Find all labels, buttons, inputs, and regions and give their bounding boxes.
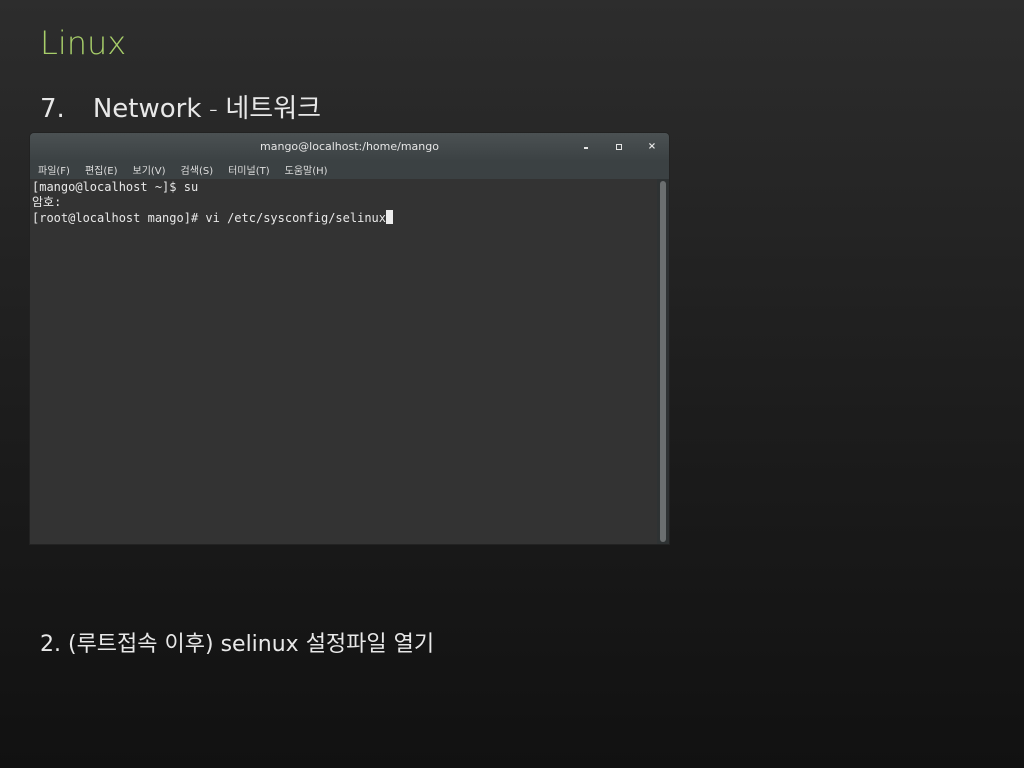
menu-search[interactable]: 검색(S)	[181, 162, 214, 177]
minimize-icon	[584, 147, 588, 149]
scrollbar[interactable]	[657, 179, 669, 544]
terminal-line-current: [root@localhost mango]# vi /etc/sysconfi…	[32, 210, 655, 225]
menu-edit[interactable]: 편집(E)	[85, 162, 118, 177]
minimize-button[interactable]	[578, 139, 594, 155]
subtitle-text: Network	[92, 94, 202, 124]
menu-help[interactable]: 도움말(H)	[285, 162, 328, 177]
terminal-window[interactable]: mango@localhost:/home/mango × 파일(F) 편집(E…	[30, 133, 669, 544]
close-button[interactable]: ×	[644, 139, 660, 155]
text-cursor	[386, 210, 394, 224]
maximize-button[interactable]	[611, 139, 627, 155]
window-titlebar[interactable]: mango@localhost:/home/mango ×	[30, 133, 669, 160]
window-title: mango@localhost:/home/mango	[260, 140, 439, 153]
scrollbar-thumb[interactable]	[660, 181, 666, 542]
terminal-line: 암호:	[32, 195, 62, 209]
terminal-output[interactable]: [mango@localhost ~]$ su 암호: [root@localh…	[30, 179, 657, 544]
subtitle-number: 7.	[40, 94, 65, 124]
close-icon: ×	[647, 141, 657, 152]
slide-title: Linux	[40, 24, 127, 62]
subtitle-korean: 네트워크	[225, 94, 322, 124]
menu-bar: 파일(F) 편집(E) 보기(V) 검색(S) 터미널(T) 도움말(H)	[30, 160, 669, 179]
terminal-command: [root@localhost mango]# vi /etc/sysconfi…	[32, 211, 387, 225]
menu-terminal[interactable]: 터미널(T)	[228, 162, 270, 177]
menu-view[interactable]: 보기(V)	[133, 162, 166, 177]
menu-file[interactable]: 파일(F)	[38, 162, 70, 177]
terminal-line: [mango@localhost ~]$ su	[32, 180, 199, 194]
slide-caption: 2. (루트접속 이후) selinux 설정파일 열기	[40, 632, 435, 657]
maximize-icon	[616, 144, 622, 150]
subtitle-dash: –	[209, 100, 218, 119]
slide-subtitle: 7. Network – 네트워크	[40, 88, 321, 125]
